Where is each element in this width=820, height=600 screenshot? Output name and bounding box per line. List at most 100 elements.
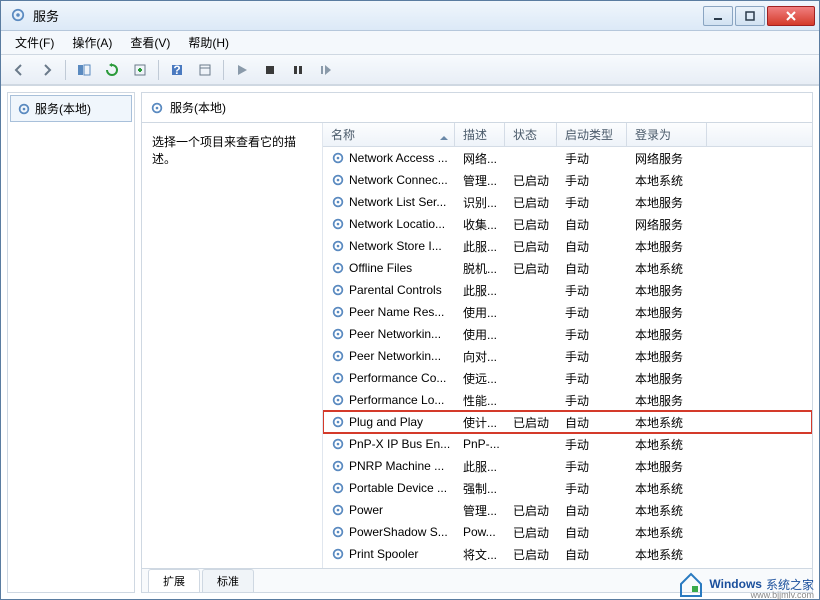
cell-desc: 将文... [455, 546, 505, 563]
cell-name: Performance Co... [323, 371, 455, 385]
services-icon [11, 8, 27, 24]
cell-desc: 识别... [455, 194, 505, 211]
forward-button[interactable] [35, 58, 59, 82]
table-row[interactable]: Peer Networkin...使用...手动本地服务 [323, 323, 812, 345]
menu-view[interactable]: 查看(V) [122, 32, 178, 53]
cell-logon: 本地服务 [627, 238, 707, 255]
gear-icon [331, 327, 345, 341]
cell-startup: 手动 [557, 348, 627, 365]
cell-startup: 手动 [557, 282, 627, 299]
stop-service-button[interactable] [258, 58, 282, 82]
gear-icon [331, 305, 345, 319]
menubar: 文件(F) 操作(A) 查看(V) 帮助(H) [1, 31, 819, 55]
gear-icon [150, 101, 164, 115]
cell-desc: 此服... [455, 458, 505, 475]
cell-desc: 强制... [455, 480, 505, 497]
cell-startup: 自动 [557, 524, 627, 541]
table-row[interactable]: Plug and Play使计...已启动自动本地系统 [323, 411, 812, 433]
gear-icon [331, 151, 345, 165]
gear-icon [17, 102, 31, 116]
tree-root-services[interactable]: 服务(本地) [10, 95, 132, 122]
column-status[interactable]: 状态 [505, 123, 557, 146]
table-row[interactable]: Network Store I...此服...已启动自动本地服务 [323, 235, 812, 257]
cell-status: 已启动 [505, 524, 557, 541]
tab-extended[interactable]: 扩展 [148, 569, 200, 592]
titlebar[interactable]: 服务 [1, 1, 819, 31]
description-panel: 选择一个项目来查看它的描述。 [142, 123, 322, 568]
details-panel: 服务(本地) 选择一个项目来查看它的描述。 名称 描述 状态 启动类型 登录为 … [141, 92, 813, 593]
close-button[interactable] [767, 6, 815, 26]
gear-icon [331, 547, 345, 561]
toolbar-separator [65, 60, 66, 80]
table-row[interactable]: Performance Co...使远...手动本地服务 [323, 367, 812, 389]
maximize-button[interactable] [735, 6, 765, 26]
cell-desc: 此服... [455, 238, 505, 255]
table-row[interactable]: Print Spooler将文...已启动自动本地系统 [323, 543, 812, 565]
back-button[interactable] [7, 58, 31, 82]
cell-startup: 手动 [557, 326, 627, 343]
cell-startup: 自动 [557, 238, 627, 255]
cell-logon: 本地系统 [627, 502, 707, 519]
table-row[interactable]: Network Access ...网络...手动网络服务 [323, 147, 812, 169]
cell-desc: 脱机... [455, 260, 505, 277]
minimize-button[interactable] [703, 6, 733, 26]
table-row[interactable]: Offline Files脱机...已启动自动本地系统 [323, 257, 812, 279]
table-row[interactable]: PNRP Machine ...此服...手动本地服务 [323, 455, 812, 477]
table-row[interactable]: Network List Ser...识别...已启动手动本地服务 [323, 191, 812, 213]
column-description[interactable]: 描述 [455, 123, 505, 146]
table-row[interactable]: Peer Networkin...向对...手动本地服务 [323, 345, 812, 367]
cell-name: PowerShadow S... [323, 525, 455, 539]
gear-icon [331, 349, 345, 363]
help-button[interactable]: ? [165, 58, 189, 82]
restart-service-button[interactable] [314, 58, 338, 82]
table-row[interactable]: Network Locatio...收集...已启动自动网络服务 [323, 213, 812, 235]
table-row[interactable]: Power管理...已启动自动本地系统 [323, 499, 812, 521]
cell-logon: 本地系统 [627, 436, 707, 453]
table-row[interactable]: Peer Name Res...使用...手动本地服务 [323, 301, 812, 323]
column-startup-type[interactable]: 启动类型 [557, 123, 627, 146]
cell-desc: 管理... [455, 172, 505, 189]
menu-action[interactable]: 操作(A) [64, 32, 120, 53]
cell-desc: 性能... [455, 392, 505, 409]
cell-name: Portable Device ... [323, 481, 455, 495]
gear-icon [331, 173, 345, 187]
cell-desc: 使用... [455, 304, 505, 321]
cell-desc: 使远... [455, 370, 505, 387]
export-button[interactable] [128, 58, 152, 82]
service-rows[interactable]: Network Access ...网络...手动网络服务Network Con… [323, 147, 812, 568]
show-hide-tree-button[interactable] [72, 58, 96, 82]
table-row[interactable]: Performance Lo...性能...手动本地服务 [323, 389, 812, 411]
table-row[interactable]: Portable Device ...强制...手动本地系统 [323, 477, 812, 499]
cell-startup: 手动 [557, 194, 627, 211]
cell-desc: 管理... [455, 502, 505, 519]
cell-name: Parental Controls [323, 283, 455, 297]
properties-button[interactable] [193, 58, 217, 82]
column-name[interactable]: 名称 [323, 123, 455, 146]
pause-service-button[interactable] [286, 58, 310, 82]
tree-panel: 服务(本地) [7, 92, 135, 593]
start-service-button[interactable] [230, 58, 254, 82]
cell-logon: 网络服务 [627, 216, 707, 233]
tab-standard[interactable]: 标准 [202, 569, 254, 592]
menu-file[interactable]: 文件(F) [7, 32, 62, 53]
column-logon-as[interactable]: 登录为 [627, 123, 707, 146]
table-row[interactable]: PowerShadow S...Pow...已启动自动本地系统 [323, 521, 812, 543]
cell-desc: 向对... [455, 348, 505, 365]
window-buttons [703, 6, 815, 26]
menu-help[interactable]: 帮助(H) [180, 32, 237, 53]
cell-desc: 网络... [455, 150, 505, 167]
gear-icon [331, 481, 345, 495]
cell-name: Network List Ser... [323, 195, 455, 209]
table-row[interactable]: Network Connec...管理...已启动手动本地系统 [323, 169, 812, 191]
window-title: 服务 [33, 6, 703, 25]
panel-heading: 服务(本地) [170, 99, 226, 116]
gear-icon [331, 261, 345, 275]
cell-logon: 本地服务 [627, 348, 707, 365]
cell-name: PnP-X IP Bus En... [323, 437, 455, 451]
cell-name: Print Spooler [323, 547, 455, 561]
cell-startup: 手动 [557, 458, 627, 475]
refresh-button[interactable] [100, 58, 124, 82]
table-row[interactable]: Parental Controls此服...手动本地服务 [323, 279, 812, 301]
cell-logon: 网络服务 [627, 150, 707, 167]
table-row[interactable]: PnP-X IP Bus En...PnP-...手动本地系统 [323, 433, 812, 455]
